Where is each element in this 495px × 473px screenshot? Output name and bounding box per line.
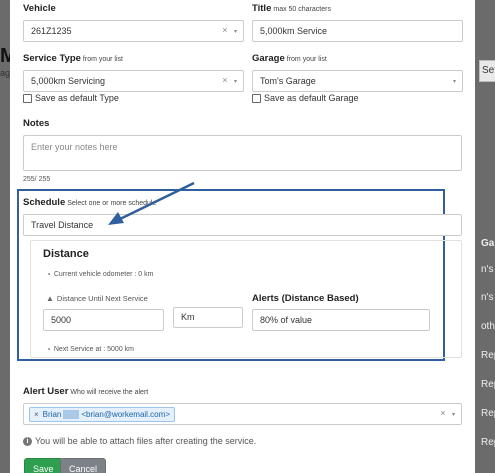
background-sub-fragment: ag [0,68,11,78]
garage-select[interactable]: Tom's Garage ▾ [252,70,463,92]
vehicle-label-text: Vehicle [23,3,56,14]
background-cell: n's G [481,292,495,303]
background-settings-button: Set [479,60,495,82]
service-modal: Vehicle 261Z1235 × ▾ Title max 50 charact… [10,0,475,473]
garage-label: Garage from your list [252,53,327,64]
odometer-icon: ◔ [46,270,51,279]
distance-until-label-text: Distance Until Next Service [56,294,148,303]
background-cell: Rep [481,408,495,419]
schedule-hint: Select one or more schedule [67,200,157,207]
background-cell: n's G [481,264,495,275]
checkbox-box[interactable] [23,93,32,103]
distance-until-input[interactable]: 5000 [43,309,164,331]
service-type-label-text: Service Type [23,53,81,64]
default-type-label: Save as default Type [35,93,119,103]
background-column-header: Gara [481,238,495,249]
title-input[interactable]: 5,000km Service [252,20,463,42]
tag-user-email: <brian@workemail.com> [81,410,170,419]
clear-icon[interactable]: × [222,75,227,85]
garage-hint: from your list [286,56,327,63]
notes-label-text: Notes [23,118,50,129]
odometer-hint: ◔ Current vehicle odometer : 0 km [46,270,153,279]
service-type-label: Service Type from your list [23,53,123,64]
chevron-down-icon[interactable]: ▾ [234,29,237,35]
redacted-surname [63,410,80,419]
odometer-text: Current vehicle odometer : 0 km [53,271,154,278]
distance-unit-value: Km [181,312,195,322]
distance-heading: Distance [43,248,89,260]
attach-files-info: i You will be able to attach files after… [23,436,256,446]
notes-label: Notes [23,118,49,129]
next-service-text: Next Service at : 5000 km [53,346,134,353]
distance-until-label: ▲ Distance Until Next Service [46,294,148,303]
alerts-input[interactable]: 80% of value [252,309,430,331]
service-type-value: 5,000km Servicing [31,76,106,86]
schedule-label-text: Schedule [23,197,66,208]
default-garage-label: Save as default Garage [264,93,359,103]
attach-files-info-text: You will be able to attach files after c… [35,436,257,446]
distance-unit-select[interactable]: Km [173,307,243,328]
vehicle-label: Vehicle [23,3,56,14]
service-type-select[interactable]: 5,000km Servicing × ▾ [23,70,244,92]
background-page-left: M ag [0,0,17,473]
alert-user-hint: Who will receive the alert [70,389,149,396]
garage-select-controls: ▾ [453,75,456,85]
notes-char-counter: 255/ 255 [23,176,51,183]
background-cell: othsid [481,321,495,332]
title-hint: max 50 characters [273,6,331,13]
road-icon: ▲ [46,294,54,303]
schedule-label: Schedule Select one or more schedule [23,197,156,208]
checkbox-box[interactable] [252,93,261,103]
background-cell: Rep [481,350,495,361]
distance-until-value: 5000 [51,315,72,325]
clear-icon[interactable]: × [222,25,227,35]
alert-user-label-text: Alert User [23,386,69,397]
background-cell: Rep [481,437,495,448]
garage-value: Tom's Garage [260,76,316,86]
vehicle-value: 261Z1235 [31,26,72,36]
background-cell: Rep [481,379,495,390]
default-type-checkbox[interactable]: Save as default Type [23,93,119,103]
title-value: 5,000km Service [260,26,328,36]
alert-user-select-controls: × ▾ [440,408,455,418]
service-type-select-controls: × ▾ [222,75,237,85]
alert-user-label: Alert User Who will receive the alert [23,386,148,397]
cancel-button[interactable]: Cancel [60,458,107,473]
service-type-hint: from your list [82,56,123,63]
chevron-down-icon[interactable]: ▾ [234,79,237,85]
title-label-text: Title [252,3,272,14]
alerts-value: 80% of value [260,315,313,325]
vehicle-select[interactable]: 261Z1235 × ▾ [23,20,244,42]
tag-remove-icon[interactable]: × [34,410,39,419]
next-service-hint: ◔ Next Service at : 5000 km [46,345,134,354]
schedule-select[interactable]: Travel Distance [23,214,462,236]
title-label: Title max 50 characters [252,3,331,14]
notes-textarea[interactable] [23,135,462,171]
vehicle-select-controls: × ▾ [222,25,237,35]
clear-icon[interactable]: × [440,408,445,418]
tag-user-name: Brian [42,410,62,419]
alerts-label: Alerts (Distance Based) [252,293,359,304]
odometer-icon: ◔ [46,345,51,354]
chevron-down-icon[interactable]: ▾ [453,79,456,85]
save-button[interactable]: Save [24,458,63,473]
schedule-value: Travel Distance [31,220,94,230]
garage-label-text: Garage [252,53,285,64]
chevron-down-icon[interactable]: ▾ [452,412,455,418]
info-icon: i [23,436,32,446]
alert-user-tag[interactable]: × Brian <brian@workemail.com> [29,407,175,422]
background-page-right: Set Gara n's G n's G othsid Rep Rep Rep … [475,0,495,473]
default-garage-checkbox[interactable]: Save as default Garage [252,93,359,103]
